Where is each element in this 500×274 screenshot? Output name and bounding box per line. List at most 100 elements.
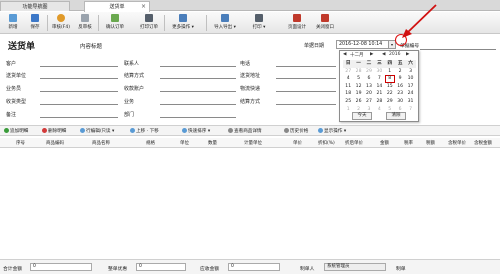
move-up-down-button[interactable]: 上移 · 下移 xyxy=(130,128,159,135)
calendar-day[interactable]: 26 xyxy=(353,98,363,106)
calendar-day[interactable]: 2 xyxy=(395,68,405,76)
calendar-day[interactable]: 22 xyxy=(385,90,395,98)
tab-delivery-note[interactable]: 送货单 × xyxy=(84,1,150,12)
col-header[interactable]: 税率 xyxy=(404,140,413,146)
calendar-day[interactable]: 16 xyxy=(395,83,405,91)
calendar-day-selected[interactable]: 8 xyxy=(384,75,395,83)
calendar-day[interactable]: 29 xyxy=(364,68,374,76)
calendar-year[interactable]: 2016 xyxy=(389,52,400,57)
calendar-day[interactable]: 28 xyxy=(353,68,363,76)
logistics-field[interactable] xyxy=(276,91,336,92)
discount-input[interactable]: 0 xyxy=(136,263,186,271)
customer-field[interactable] xyxy=(40,66,118,67)
calendar-day[interactable]: 23 xyxy=(395,90,405,98)
calendar-day[interactable]: 9 xyxy=(395,75,405,83)
remark-field[interactable] xyxy=(40,117,118,118)
calendar-day[interactable]: 29 xyxy=(385,98,395,106)
calendar-day[interactable]: 14 xyxy=(374,83,384,91)
calendar-day[interactable]: 10 xyxy=(405,75,415,83)
col-header[interactable]: 含税金额 xyxy=(474,140,492,146)
save-button[interactable]: 保存 xyxy=(24,14,46,33)
prev-year-icon[interactable]: ◀ xyxy=(382,52,385,57)
show-actions-button[interactable]: 显示操作 ▾ xyxy=(318,128,346,135)
col-header[interactable]: 金额 xyxy=(380,140,389,146)
col-header[interactable]: 序号 xyxy=(16,140,25,146)
calendar-day[interactable]: 7 xyxy=(374,75,384,83)
address-field[interactable] xyxy=(276,78,336,79)
calendar-month[interactable]: 十二月 xyxy=(350,52,364,58)
unapprove-button[interactable]: 反审核 xyxy=(74,14,96,33)
col-header[interactable]: 商品编码 xyxy=(46,140,64,146)
calendar-day[interactable]: 4 xyxy=(343,75,353,83)
settle-method-field[interactable] xyxy=(276,104,336,105)
delivery-unit-field[interactable] xyxy=(40,78,118,79)
col-header[interactable]: 单位 xyxy=(180,140,189,146)
calendar-day[interactable]: 24 xyxy=(405,90,415,98)
date-input[interactable]: 2016-12-08 10:14 xyxy=(336,40,392,49)
department-field[interactable] xyxy=(160,117,236,118)
calendar-day[interactable]: 17 xyxy=(405,83,415,91)
calendar-day[interactable]: 27 xyxy=(364,98,374,106)
clear-button[interactable]: 清除 xyxy=(386,112,406,120)
calendar-day[interactable]: 1 xyxy=(385,68,395,76)
calendar-day[interactable]: 27 xyxy=(343,68,353,76)
calendar-day[interactable]: 21 xyxy=(374,90,384,98)
approve-button[interactable]: 审核(F4) xyxy=(50,14,72,33)
calendar-day[interactable]: 25 xyxy=(343,98,353,106)
more-actions-button[interactable]: 更多操作 ▾ xyxy=(172,14,194,33)
docno-field[interactable] xyxy=(420,49,496,50)
col-header[interactable]: 折扣(%) xyxy=(318,140,335,146)
calendar-day[interactable]: 30 xyxy=(374,68,384,76)
delete-detail-button[interactable]: 删除明细 xyxy=(42,128,66,135)
confirm-order-button[interactable]: 确认订单 xyxy=(104,14,126,33)
calendar-day[interactable]: 15 xyxy=(385,83,395,91)
calendar-day[interactable]: 20 xyxy=(364,90,374,98)
calendar-day[interactable]: 12 xyxy=(353,83,363,91)
next-year-icon[interactable]: ▶ xyxy=(406,52,409,57)
detail-table-body[interactable] xyxy=(0,149,500,257)
calendar-day[interactable]: 4 xyxy=(374,106,384,114)
calendar-day[interactable]: 19 xyxy=(353,90,363,98)
business-field[interactable] xyxy=(160,104,236,105)
tab-function-nav[interactable]: 功能导航图 xyxy=(0,1,70,11)
print-order-button[interactable]: 打印订单 xyxy=(138,14,160,33)
calendar-day[interactable]: 3 xyxy=(405,68,415,76)
col-header[interactable]: 含税单价 xyxy=(448,140,466,146)
col-header[interactable]: 税额 xyxy=(426,140,435,146)
calendar-day[interactable]: 11 xyxy=(343,83,353,91)
history-price-button[interactable]: 历史价格 xyxy=(284,128,308,135)
quick-sort-button[interactable]: 快速排序 ▾ xyxy=(182,128,210,135)
next-month-icon[interactable]: ▶ xyxy=(370,52,373,57)
print-button[interactable]: 打印 ▾ xyxy=(248,14,270,33)
salesperson-field[interactable] xyxy=(40,91,118,92)
col-header[interactable]: 折后单价 xyxy=(345,140,363,146)
contact-field[interactable] xyxy=(160,66,236,67)
col-header[interactable]: 规格 xyxy=(146,140,155,146)
calendar-day[interactable]: 5 xyxy=(353,75,363,83)
calendar-day[interactable]: 6 xyxy=(364,75,374,83)
calendar-day[interactable]: 31 xyxy=(405,98,415,106)
settlement-field[interactable] xyxy=(160,78,236,79)
new-button[interactable]: 新增 xyxy=(2,14,24,33)
calendar-day[interactable]: 28 xyxy=(374,98,384,106)
account-field[interactable] xyxy=(160,91,236,92)
close-window-button[interactable]: 关闭窗口 xyxy=(314,14,336,33)
page-design-button[interactable]: 页面设计 xyxy=(286,14,308,33)
calendar-day[interactable]: 7 xyxy=(405,106,415,114)
import-export-button[interactable]: 导入导出 ▾ xyxy=(214,14,236,33)
today-button[interactable]: 今天 xyxy=(352,112,372,120)
product-detail-button[interactable]: 查看商品详情 xyxy=(228,128,262,135)
col-header[interactable]: 单价 xyxy=(293,140,302,146)
calendar-day[interactable]: 18 xyxy=(343,90,353,98)
col-header[interactable]: 数量 xyxy=(208,140,217,146)
col-header[interactable]: 计量单位 xyxy=(244,140,262,146)
col-header[interactable]: 商品名称 xyxy=(92,140,110,146)
phone-field[interactable] xyxy=(276,66,336,67)
row-edit-button[interactable]: 行编辑/只读 ▾ xyxy=(80,128,114,135)
close-tab-icon[interactable]: × xyxy=(141,2,146,12)
calendar-day[interactable]: 13 xyxy=(364,83,374,91)
add-detail-button[interactable]: 追加明细 xyxy=(4,128,28,135)
calendar-day[interactable]: 30 xyxy=(395,98,405,106)
prev-month-icon[interactable]: ◀ xyxy=(343,52,346,57)
receipt-type-field[interactable] xyxy=(40,104,118,105)
